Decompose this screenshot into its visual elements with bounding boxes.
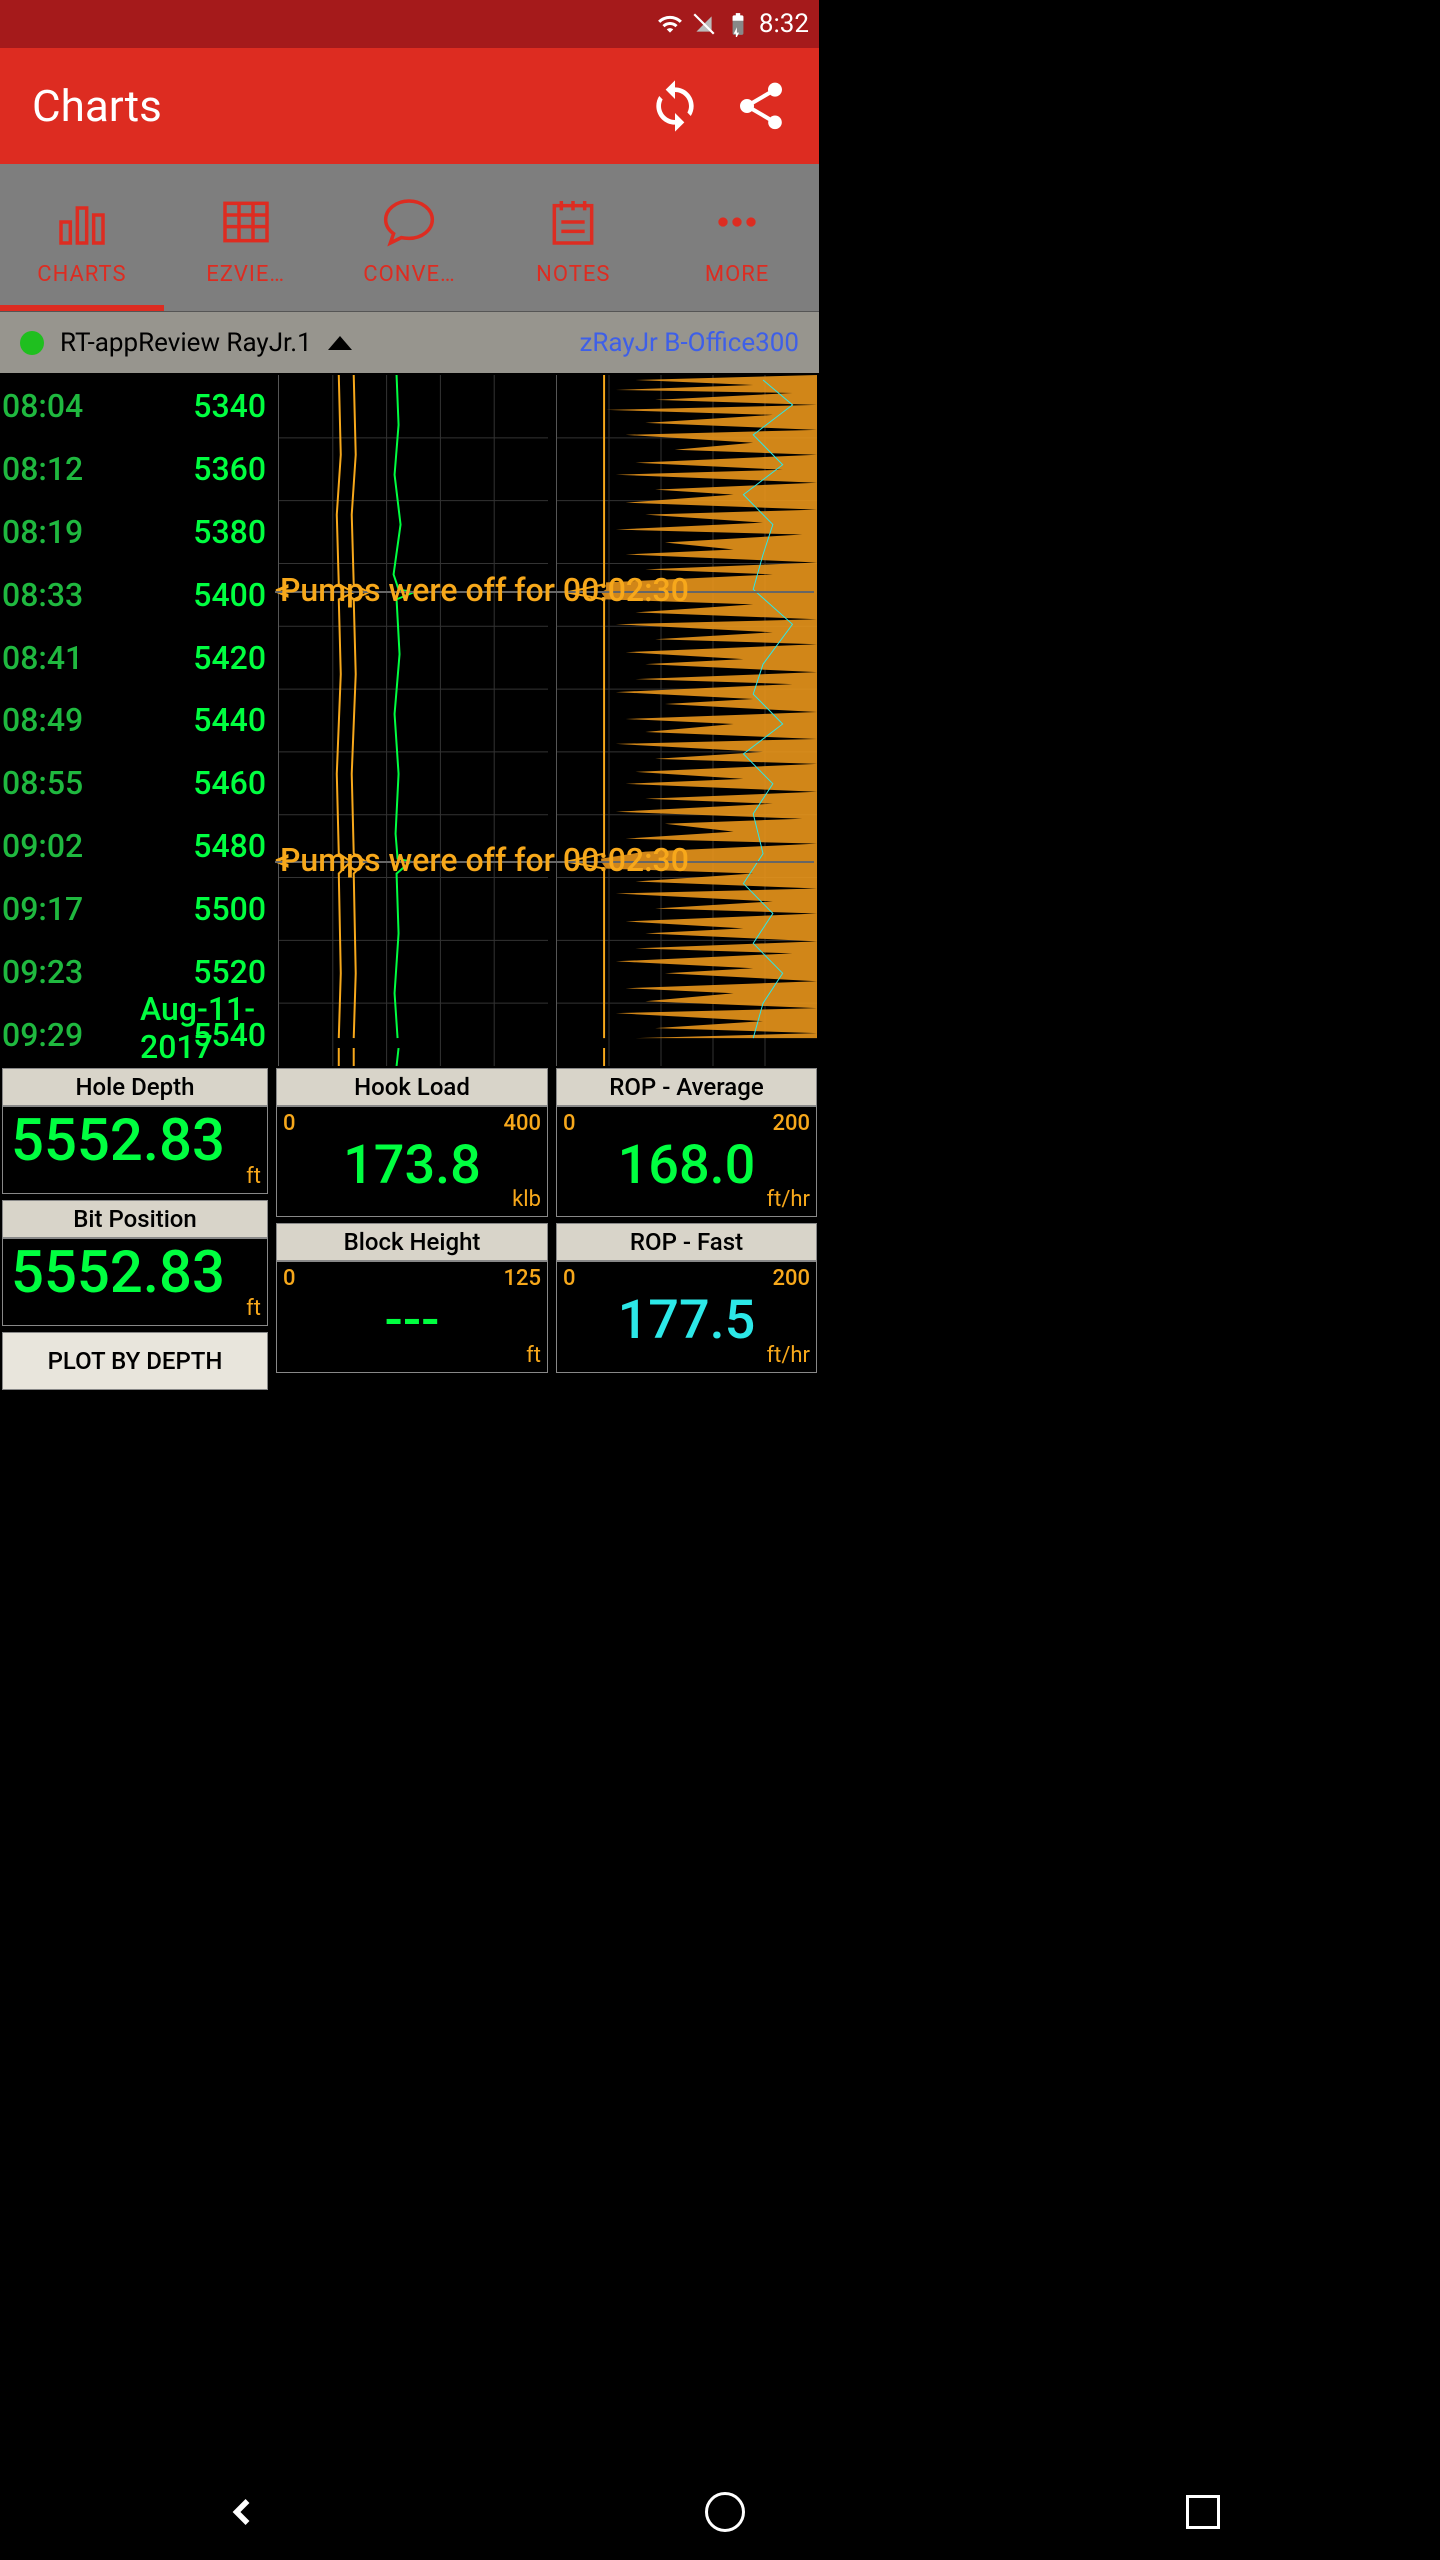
tab-label: CONVE… [363, 262, 455, 287]
range-max: 200 [772, 1266, 810, 1291]
time-tick: 08:33 [2, 563, 132, 626]
depth-tick: 5400 [140, 563, 270, 626]
panel-hole-depth: Hole Depth 5552.83 ft [2, 1068, 268, 1194]
panel-label: ROP - Average [556, 1068, 817, 1106]
bar-chart-icon [54, 194, 110, 250]
status-indicator [20, 331, 44, 355]
notes-icon [545, 194, 601, 250]
chart-date: Aug-11-2017 [140, 990, 266, 1066]
panel-unit: ft/hr [563, 1187, 810, 1212]
range-min: 0 [283, 1266, 296, 1291]
panel-rop-average: ROP - Average 0 200 168.0 ft/hr [556, 1068, 817, 1217]
panel-value: 5552.83 [9, 1243, 261, 1304]
panel-unit: ft [9, 1296, 261, 1321]
depth-tick: 5420 [140, 626, 270, 689]
chat-icon [381, 194, 437, 250]
user-link[interactable]: zRayJr B-Office300 [580, 328, 799, 358]
depth-tick: 5380 [140, 501, 270, 564]
panel-label: Bit Position [2, 1200, 268, 1238]
tab-more[interactable]: MORE [655, 164, 819, 311]
no-sim-icon [691, 11, 717, 37]
chart-annotation: Pumps were off for 00:02:30 [280, 571, 809, 609]
dropdown-caret-icon[interactable] [328, 336, 352, 350]
tab-charts[interactable]: CHARTS [0, 164, 164, 311]
depth-axis: 5340 5360 5380 5400 5420 5440 5460 5480 … [140, 375, 270, 1066]
page-title: Charts [32, 80, 617, 132]
time-tick: 08:55 [2, 752, 132, 815]
time-tick: 09:17 [2, 878, 132, 941]
time-axis: 08:04 08:12 08:19 08:33 08:41 08:49 08:5… [2, 375, 132, 1066]
panel-unit: klb [283, 1187, 541, 1212]
depth-tick: 5460 [140, 752, 270, 815]
tab-label: NOTES [536, 262, 610, 287]
panel-unit: ft [283, 1343, 541, 1368]
tab-label: EZVIE… [206, 262, 285, 287]
panel-rop-fast: ROP - Fast 0 200 177.5 ft/hr [556, 1223, 817, 1372]
panel-bit-position: Bit Position 5552.83 ft [2, 1200, 268, 1326]
chart-track-1 [278, 375, 548, 1066]
depth-tick: 5360 [140, 438, 270, 501]
panel-unit: ft/hr [563, 1343, 810, 1368]
battery-icon [725, 11, 751, 37]
recent-apps-icon[interactable] [1186, 2495, 1220, 2529]
depth-chart[interactable]: 08:04 08:12 08:19 08:33 08:41 08:49 08:5… [0, 373, 819, 1066]
range-min: 0 [563, 1266, 576, 1291]
plot-by-depth-button[interactable]: PLOT BY DEPTH [2, 1332, 268, 1390]
grid-icon [218, 194, 274, 250]
system-nav-bar [0, 2464, 1440, 2560]
time-tick: 08:41 [2, 626, 132, 689]
range-max: 125 [503, 1266, 541, 1291]
metric-panels: Hole Depth 5552.83 ft Bit Position 5552.… [0, 1066, 819, 1392]
range-min: 0 [563, 1111, 576, 1136]
info-bar: RT-appReview RayJr.1 zRayJr B-Office300 [0, 311, 819, 373]
panel-unit: ft [9, 1164, 261, 1189]
range-max: 200 [772, 1111, 810, 1136]
tab-converse[interactable]: CONVE… [328, 164, 492, 311]
chart-track-2 [556, 375, 817, 1066]
range-max: 400 [503, 1111, 541, 1136]
time-tick: 08:49 [2, 689, 132, 752]
panel-label: Hole Depth [2, 1068, 268, 1106]
tab-notes[interactable]: NOTES [491, 164, 655, 311]
panel-label: Block Height [276, 1223, 548, 1261]
status-time: 8:32 [759, 9, 809, 39]
depth-tick: 5340 [140, 375, 270, 438]
well-name[interactable]: RT-appReview RayJr.1 [60, 328, 312, 358]
depth-tick: 5500 [140, 878, 270, 941]
depth-tick: 5440 [140, 689, 270, 752]
time-tick: 08:12 [2, 438, 132, 501]
panel-label: Hook Load [276, 1068, 548, 1106]
time-tick: 09:23 [2, 940, 132, 1003]
time-tick: 09:02 [2, 815, 132, 878]
app-bar: Charts [0, 48, 819, 164]
status-bar: 8:32 [0, 0, 819, 48]
tab-label: CHARTS [37, 262, 126, 287]
tab-ezview[interactable]: EZVIE… [164, 164, 328, 311]
back-icon[interactable] [220, 2490, 264, 2534]
panel-label: ROP - Fast [556, 1223, 817, 1261]
chart-annotation: Pumps were off for 00:02:30 [280, 841, 809, 879]
share-icon[interactable] [733, 78, 789, 134]
home-icon[interactable] [705, 2492, 745, 2532]
time-tick: 08:19 [2, 501, 132, 564]
tab-bar: CHARTS EZVIE… CONVE… NOTES MORE [0, 164, 819, 311]
panel-block-height: Block Height 0 125 --- ft [276, 1223, 548, 1372]
range-min: 0 [283, 1111, 296, 1136]
time-tick: 09:29 [2, 1003, 132, 1066]
panel-hook-load: Hook Load 0 400 173.8 klb [276, 1068, 548, 1217]
panel-value: 5552.83 [9, 1111, 261, 1172]
tab-label: MORE [705, 262, 769, 287]
refresh-icon[interactable] [647, 78, 703, 134]
depth-tick: 5480 [140, 815, 270, 878]
wifi-icon [657, 11, 683, 37]
more-icon [709, 194, 765, 250]
time-tick: 08:04 [2, 375, 132, 438]
